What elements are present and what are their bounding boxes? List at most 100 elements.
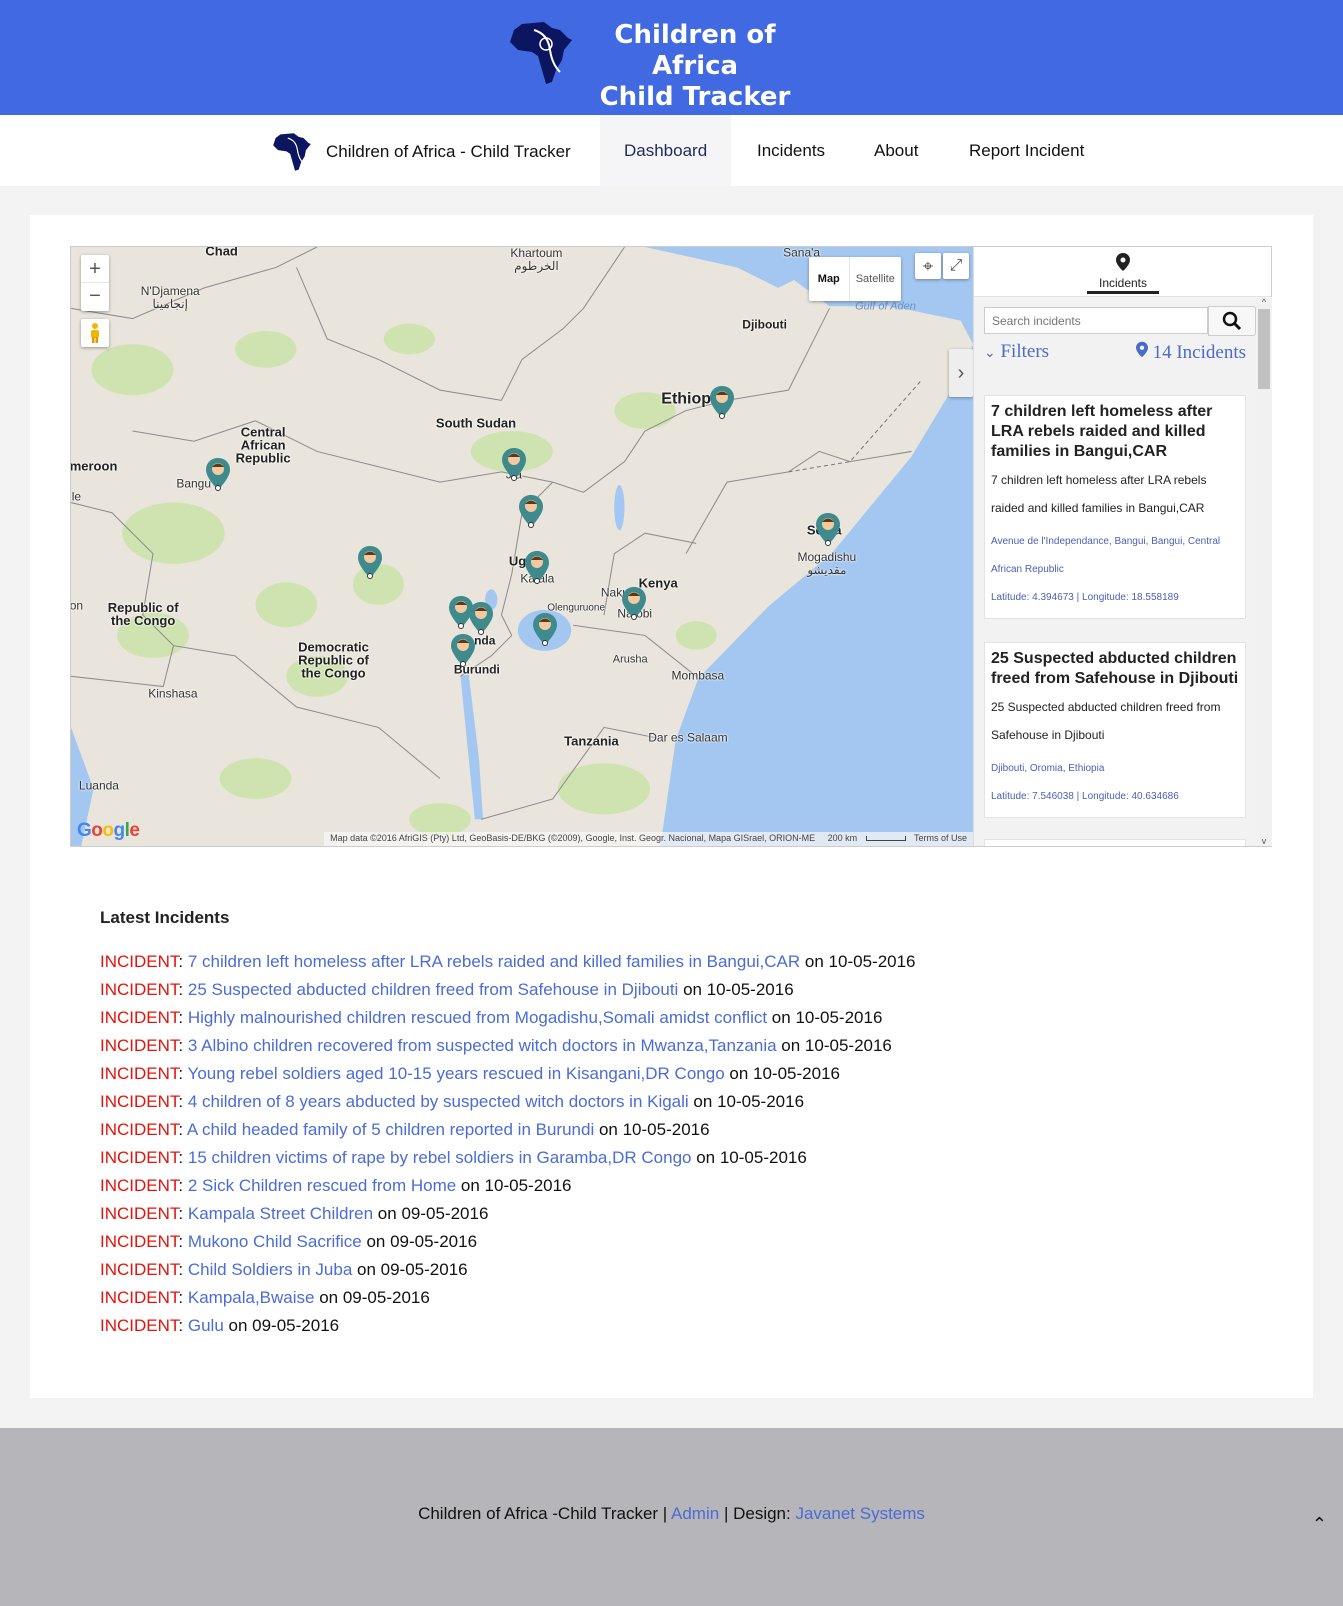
africa-logo-icon <box>510 22 572 84</box>
incident-link[interactable]: Young rebel soldiers aged 10-15 years re… <box>188 1064 725 1083</box>
footer-site-name: Children of Africa -Child Tracker <box>418 1504 659 1523</box>
incident-marker[interactable] <box>468 601 494 635</box>
latest-incident-row: INCIDENT: Mukono Child Sacrifice on 09-0… <box>100 1232 478 1251</box>
incident-marker[interactable] <box>815 512 841 547</box>
latest-incident-row: INCIDENT: Young rebel soldiers aged 10-1… <box>100 1064 840 1083</box>
incident-marker[interactable] <box>518 494 544 528</box>
incident-marker[interactable] <box>621 586 647 620</box>
footer-separator: | <box>662 1504 668 1523</box>
latest-incident-row: INCIDENT: 3 Albino children recovered fr… <box>100 1036 892 1055</box>
scroll-down-icon[interactable]: v <box>1256 836 1272 846</box>
incident-card[interactable]: 25 Suspected abducted children freed fro… <box>984 642 1246 818</box>
map-label-chad: Chad <box>205 247 238 259</box>
map-label-mogadishu: Mogadishu مقديشو <box>798 551 857 577</box>
child-marker-icon <box>357 546 382 580</box>
latest-incident-row: INCIDENT: 4 children of 8 years abducted… <box>100 1092 805 1111</box>
fullscreen-icon[interactable]: ⤢ <box>943 253 969 279</box>
incident-link[interactable]: 2 Sick Children rescued from Home <box>188 1176 456 1195</box>
incident-card-title[interactable]: 7 children left homeless after LRA rebel… <box>991 402 1239 462</box>
incident-card-description: 25 Suspected abducted children freed fro… <box>991 700 1221 742</box>
incident-marker[interactable] <box>205 457 231 492</box>
scroll-up-icon[interactable]: ^ <box>1256 297 1272 307</box>
filters-toggle[interactable]: ⌄ Filters <box>984 341 1049 363</box>
incident-link[interactable]: Kampala,Bwaise <box>188 1288 315 1307</box>
map-label-dar-es-salaam: Dar es Salaam <box>648 730 728 745</box>
zoom-out-button[interactable]: − <box>81 283 109 311</box>
incident-date: 10-05-2016 <box>719 1148 807 1167</box>
child-marker-icon <box>469 601 494 635</box>
search-button[interactable] <box>1208 306 1256 336</box>
zoom-in-button[interactable]: + <box>81 255 109 283</box>
google-logo[interactable]: Google <box>77 820 140 842</box>
incident-card-coords: Latitude: 4.394673 | Longitude: 18.55818… <box>991 592 1179 603</box>
incident-marker[interactable] <box>524 550 550 584</box>
incident-card-address: Djibouti, Oromia, Ethiopia <box>991 763 1105 774</box>
incident-link[interactable]: Child Soldiers in Juba <box>188 1260 352 1279</box>
incident-card-title[interactable]: 25 Suspected abducted children freed fro… <box>991 649 1239 689</box>
nav-dashboard[interactable]: Dashboard <box>600 115 732 186</box>
incident-link[interactable]: A child headed family of 5 children repo… <box>187 1120 594 1139</box>
incident-prefix: INCIDENT <box>100 952 179 971</box>
incident-marker[interactable] <box>357 545 383 580</box>
attribution-text: Map data ©2016 AfriGIS (Pty) Ltd, GeoBas… <box>330 833 816 843</box>
incident-prefix: INCIDENT <box>100 1316 179 1335</box>
map-label-ndjamena-ar: إنجامينا <box>152 296 188 311</box>
incident-card-address: Avenue de l'Independance, Bangui, Bangui… <box>991 536 1221 575</box>
panel-scrollbar[interactable]: ^ v <box>1256 297 1272 846</box>
incident-link[interactable]: 15 children victims of rape by rebel sol… <box>188 1148 692 1167</box>
incident-marker[interactable] <box>709 385 735 419</box>
map-type-satellite-button[interactable]: Satellite <box>850 257 901 301</box>
map-label-ethiopia: Ethiop <box>661 390 712 408</box>
incident-prefix: INCIDENT <box>100 1260 179 1279</box>
double-chevron-down-icon: ⌄ <box>984 346 996 361</box>
incident-count-label: 14 Incidents <box>1152 342 1246 363</box>
map-label-edge-on: on <box>71 598 84 613</box>
incident-marker[interactable] <box>450 633 476 667</box>
tab-incidents[interactable]: Incidents <box>1087 252 1159 294</box>
incident-map-widget: Chad Khartoum الخرطوم N'Djamena إنجامينا C… <box>70 246 1272 847</box>
street-view-pegman-icon[interactable] <box>81 319 109 347</box>
incident-link[interactable]: 7 children left homeless after LRA rebel… <box>188 952 800 971</box>
nav-brand-label: Children of Africa - Child Tracker <box>326 142 571 161</box>
designer-link[interactable]: Javanet Systems <box>795 1504 924 1523</box>
footer-text: Children of Africa -Child Tracker | Admi… <box>0 1504 1343 1524</box>
map-canvas[interactable]: Chad Khartoum الخرطوم N'Djamena إنجامينا C… <box>71 247 973 846</box>
map-label-arusha: Arusha <box>612 653 648 666</box>
map-scale[interactable]: 200 km <box>828 833 858 843</box>
incident-link[interactable]: 3 Albino children recovered from suspect… <box>188 1036 777 1055</box>
my-location-crosshair-icon[interactable]: ⌖ <box>915 253 941 279</box>
map-label-car: Central African Republic <box>235 424 291 466</box>
map-label-khartoum: Khartoum الخرطوم <box>510 247 562 273</box>
incident-marker[interactable] <box>532 612 558 647</box>
back-to-top-chevron-up-icon[interactable]: ⌃ <box>1312 1514 1327 1535</box>
nav-about[interactable]: About <box>850 115 942 186</box>
incident-link[interactable]: 4 children of 8 years abducted by suspec… <box>188 1092 689 1111</box>
nav-report-incident[interactable]: Report Incident <box>945 115 1108 186</box>
map-attribution: Map data ©2016 AfriGIS (Pty) Ltd, GeoBas… <box>324 832 973 846</box>
incident-prefix: INCIDENT <box>100 1120 179 1139</box>
incident-card-description: 7 children left homeless after LRA rebel… <box>991 473 1207 515</box>
incident-link[interactable]: 25 Suspected abducted children freed fro… <box>188 980 678 999</box>
admin-link[interactable]: Admin <box>671 1504 719 1523</box>
footer-separator: | <box>723 1504 729 1523</box>
nav-incidents[interactable]: Incidents <box>733 115 849 186</box>
nav-brand[interactable]: Children of Africa - Child Tracker <box>272 132 571 172</box>
map-label-drc: Democratic Republic of the Congo <box>298 639 369 681</box>
incident-card[interactable]: 7 children left homeless after LRA rebel… <box>984 395 1246 619</box>
incident-marker[interactable] <box>501 447 527 481</box>
incident-link[interactable]: Mukono Child Sacrifice <box>188 1232 362 1251</box>
terms-of-use-link[interactable]: Terms of Use <box>914 833 967 843</box>
incident-link[interactable]: Gulu <box>188 1316 224 1335</box>
site-title: Children of Africa Child Tracker <box>584 20 806 113</box>
incident-link[interactable]: Highly malnourished children rescued fro… <box>188 1008 767 1027</box>
panel-toggle-chevron-right-icon[interactable]: › <box>949 349 973 397</box>
incident-card[interactable] <box>984 839 1246 846</box>
incident-prefix: INCIDENT <box>100 1008 179 1027</box>
scrollbar-thumb[interactable] <box>1258 309 1270 389</box>
search-incidents-input[interactable] <box>984 307 1208 334</box>
latest-incident-row: INCIDENT: A child headed family of 5 chi… <box>100 1120 710 1139</box>
map-type-map-button[interactable]: Map <box>809 257 850 301</box>
map-label-gulf-of-aden: Gulf of Aden <box>855 300 916 313</box>
incident-link[interactable]: Kampala Street Children <box>188 1204 373 1223</box>
latest-incident-row: INCIDENT: 7 children left homeless after… <box>100 952 916 971</box>
